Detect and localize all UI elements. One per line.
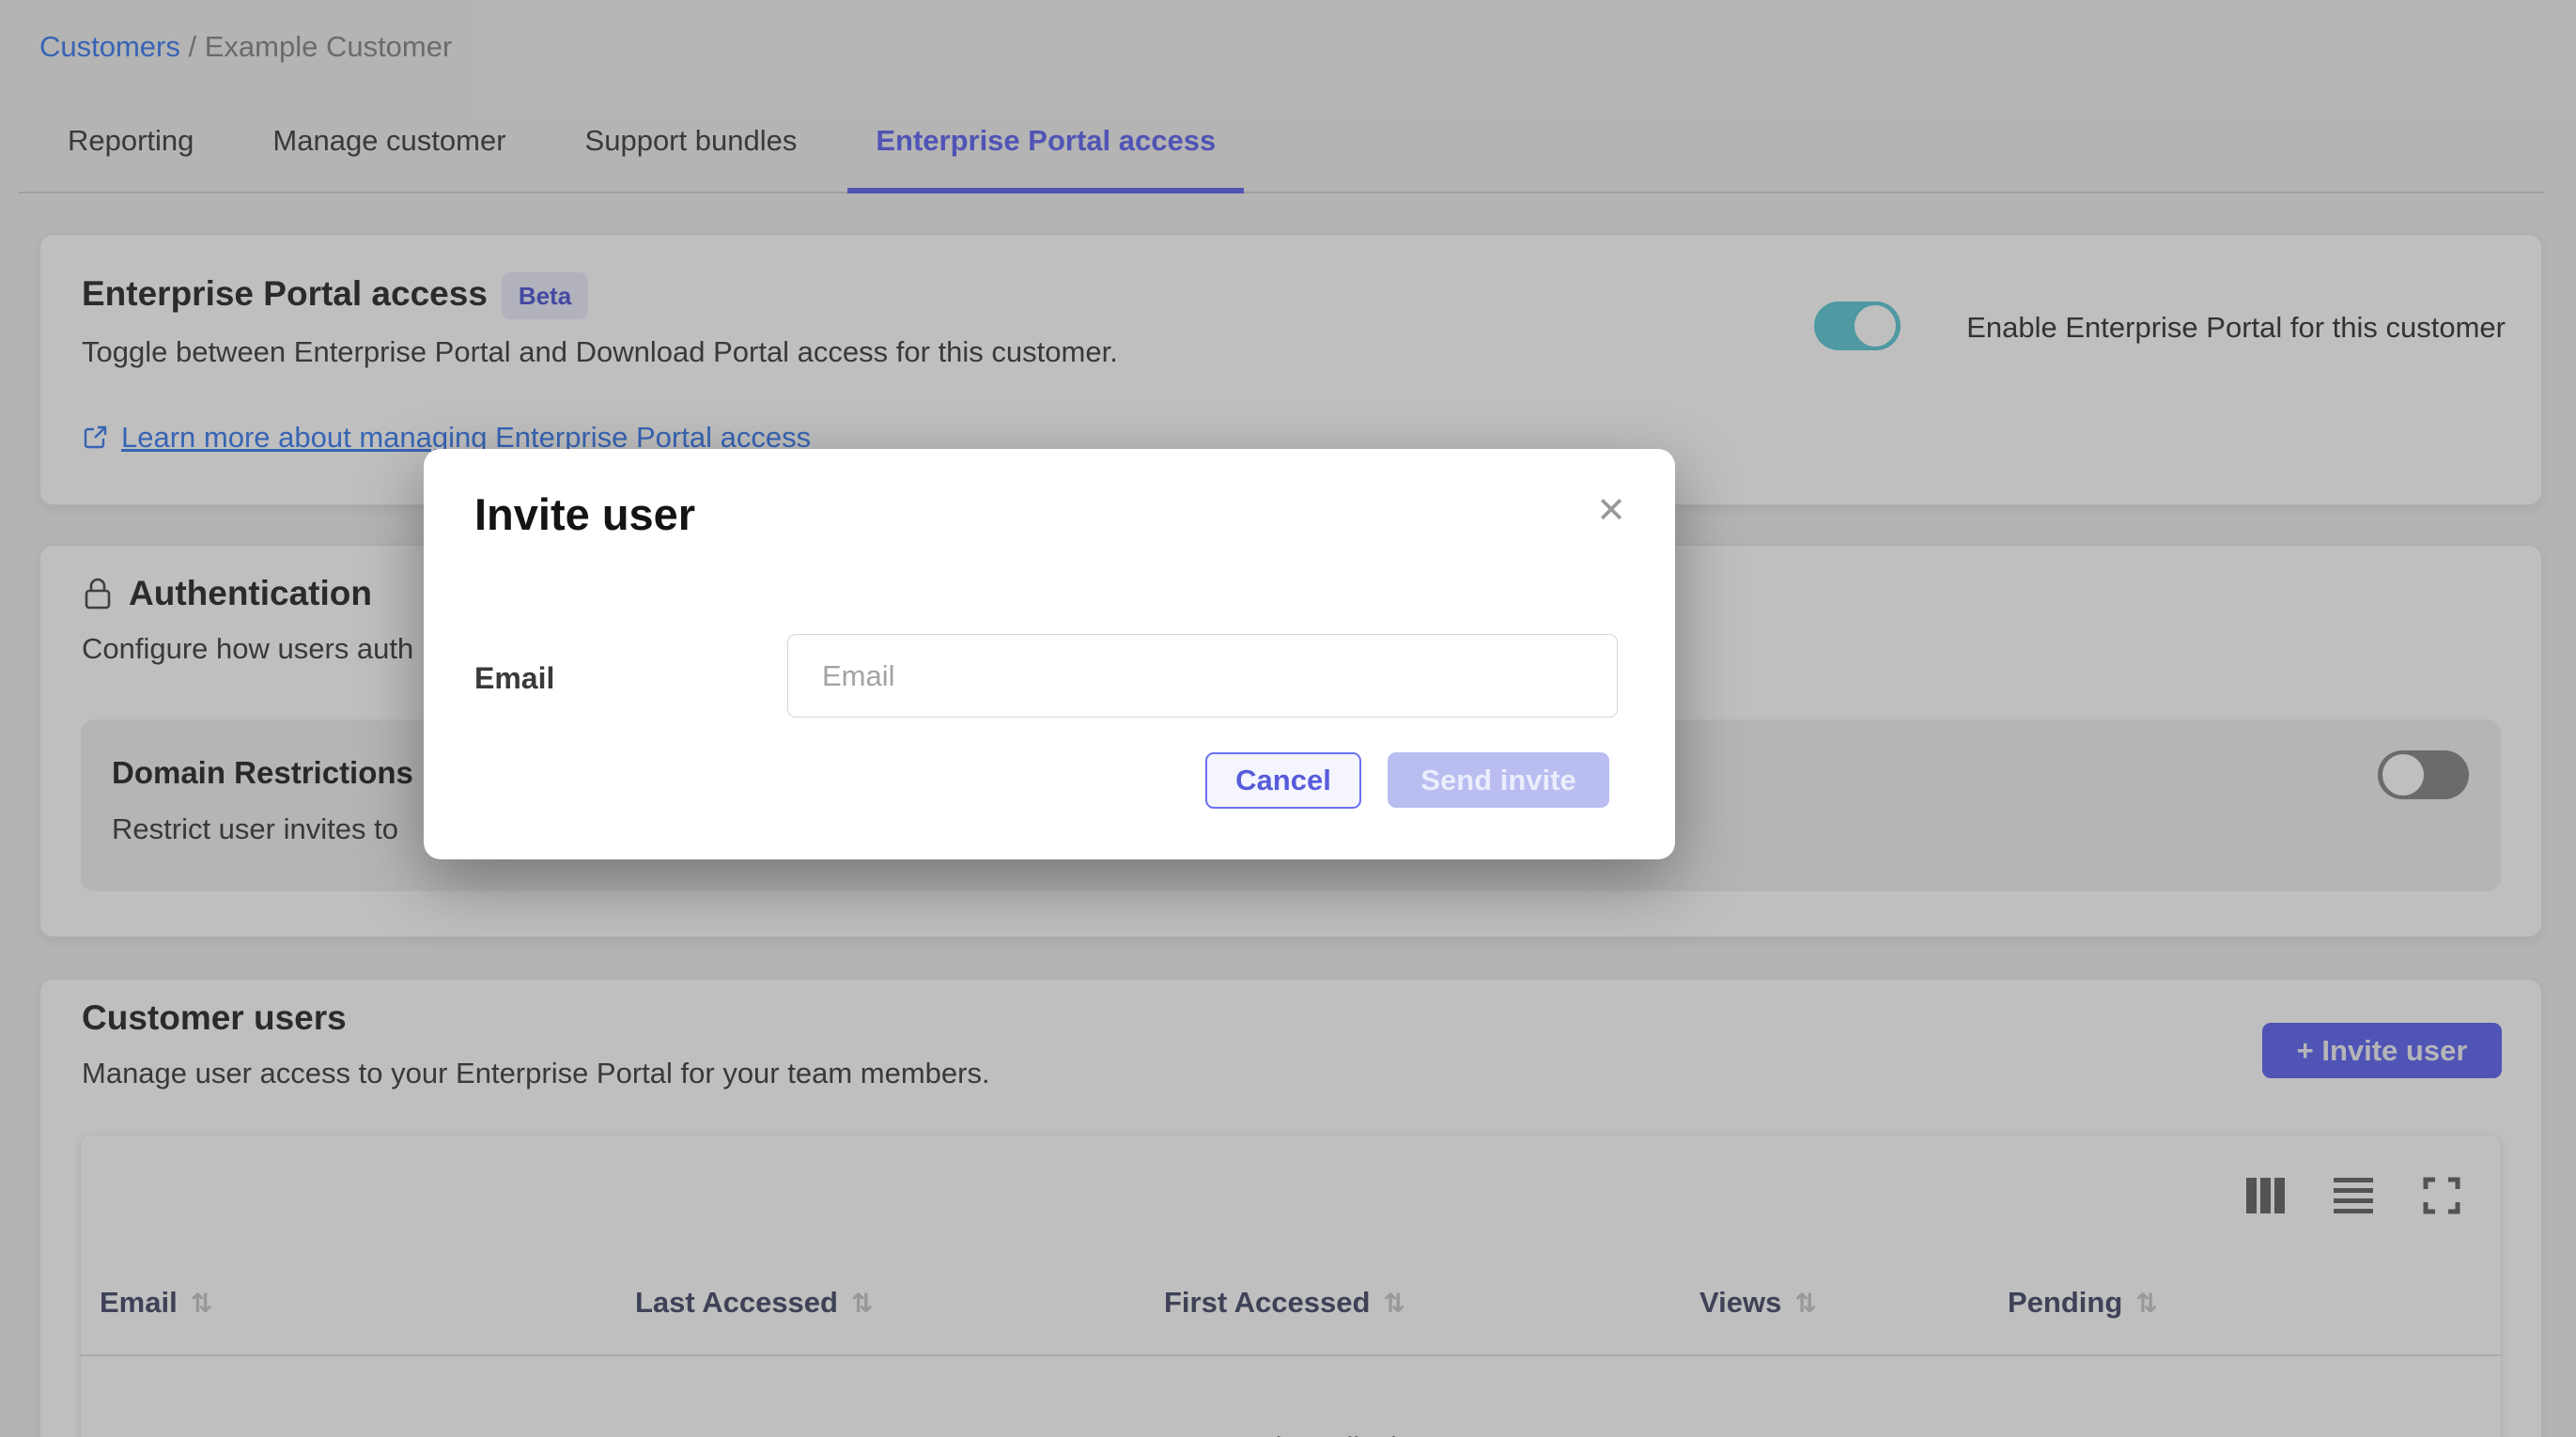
email-field[interactable] [787, 634, 1618, 718]
invite-user-modal: Invite user ✕ Email Cancel Send invite [424, 449, 1675, 859]
modal-title: Invite user [474, 488, 695, 540]
send-invite-button[interactable]: Send invite [1388, 752, 1609, 808]
close-icon[interactable]: ✕ [1596, 492, 1626, 528]
cancel-button[interactable]: Cancel [1205, 752, 1361, 809]
email-label: Email [474, 661, 554, 696]
